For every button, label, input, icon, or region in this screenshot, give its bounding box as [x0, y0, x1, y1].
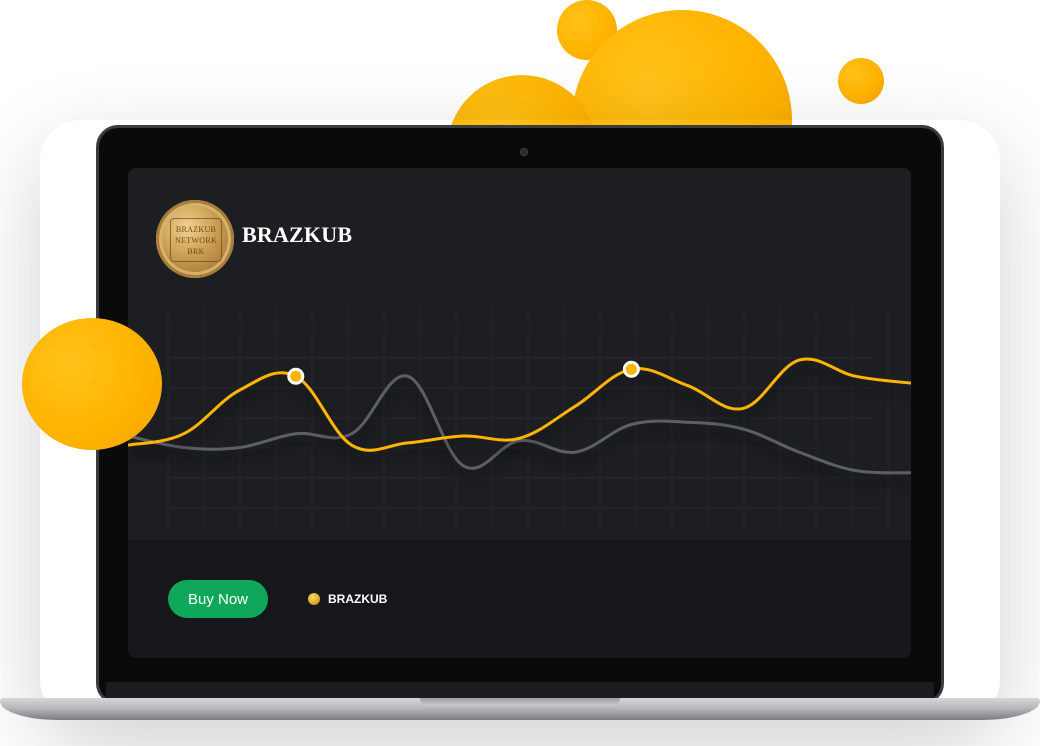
laptop-bezel: BRAZKUB NETWORK BRK BRAZKUB Buy Now BRAZ… [96, 125, 944, 705]
chart-highlight-point[interactable] [287, 367, 305, 385]
chart-highlight-point[interactable] [622, 360, 640, 378]
screen-chin [106, 682, 934, 698]
chart-series-secondary-line [128, 374, 911, 475]
chart-legend: BRAZKUB [308, 592, 387, 606]
coin-logo: BRAZKUB NETWORK BRK [156, 200, 234, 278]
price-chart [128, 308, 911, 528]
coin-logo-text: BRAZKUB NETWORK BRK [170, 218, 222, 262]
laptop-base [0, 698, 1040, 720]
coin-logo-line: BRK [187, 246, 205, 256]
marketing-scene: BRAZKUB NETWORK BRK BRAZKUB Buy Now BRAZ… [0, 0, 1040, 746]
chart-series-brazkub-line [128, 357, 911, 452]
legend-dot-icon [308, 593, 320, 605]
brand-title: BRAZKUB [242, 222, 353, 247]
decorative-circle-tiny [838, 58, 884, 104]
chart-markers [287, 360, 640, 385]
camera-icon [520, 148, 528, 156]
decorative-circle-left [22, 318, 162, 450]
buy-now-button[interactable]: Buy Now [168, 580, 268, 618]
laptop-notch [420, 698, 620, 706]
laptop-screen: BRAZKUB NETWORK BRK BRAZKUB Buy Now BRAZ… [128, 168, 911, 658]
legend-label: BRAZKUB [328, 592, 388, 606]
chart-grid [167, 308, 889, 528]
coin-logo-line: NETWORK [174, 235, 218, 245]
coin-logo-line: BRAZKUB [175, 224, 217, 234]
